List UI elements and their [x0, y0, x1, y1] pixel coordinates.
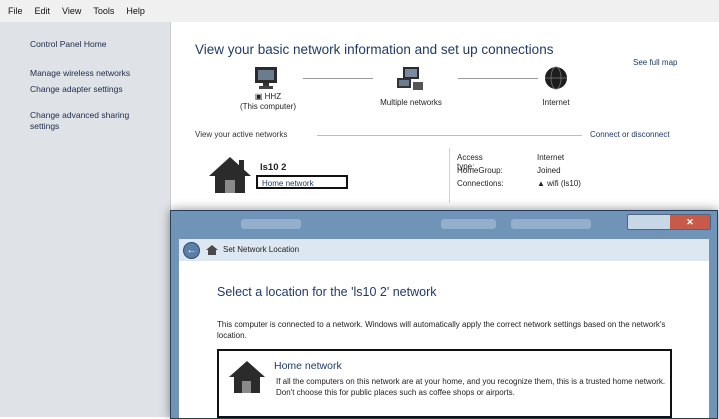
sidebar: Control Panel Home Manage wireless netwo… — [0, 22, 171, 417]
connection-link[interactable]: ▲ wifi (ls10) — [537, 179, 581, 188]
multiple-networks-label: Multiple networks — [380, 98, 442, 107]
page-title: View your basic network information and … — [195, 42, 554, 57]
option-description: If all the computers on this network are… — [276, 377, 666, 397]
active-networks-section: View your active networks Connect or dis… — [195, 130, 695, 139]
control-panel-home-link[interactable]: Control Panel Home — [30, 39, 160, 50]
menu-file[interactable]: File — [8, 6, 23, 16]
dialog-nav-bar: ← Set Network Location — [179, 239, 709, 261]
dialog-heading: Select a location for the 'ls10 2' netwo… — [217, 285, 437, 299]
menu-tools[interactable]: Tools — [93, 6, 114, 16]
change-adapter-link[interactable]: Change adapter settings — [30, 84, 160, 95]
background-blur — [241, 219, 301, 229]
this-computer-label: (This computer) — [239, 102, 296, 111]
network-type-link[interactable]: Home network — [256, 175, 348, 189]
window-controls: ✕ — [627, 214, 711, 230]
network-location-icon — [206, 245, 218, 255]
network-name: ls10 2 — [260, 162, 287, 173]
computer-icon — [255, 67, 277, 89]
signal-icon: ▲ — [537, 179, 548, 188]
menu-help[interactable]: Help — [126, 6, 145, 16]
home-network-option[interactable]: Home network If all the computers on thi… — [217, 349, 672, 418]
globe-icon — [545, 66, 567, 90]
dialog-description: This computer is connected to a network.… — [217, 320, 666, 340]
network-icon: ▣ — [254, 92, 265, 101]
connection-line — [303, 78, 373, 79]
internet-label: Internet — [542, 98, 570, 107]
connect-disconnect-link[interactable]: Connect or disconnect — [590, 130, 670, 139]
menu-bar: File Edit View Tools Help — [0, 0, 719, 23]
computer-name-label: ▣ HHZ — [254, 92, 282, 101]
set-network-location-dialog: ✕ ← Set Network Location Select a locati… — [170, 210, 718, 419]
background-blur — [441, 219, 496, 229]
dialog-title: Set Network Location — [223, 245, 300, 254]
close-button[interactable]: ✕ — [670, 215, 710, 229]
section-divider — [317, 135, 582, 136]
see-full-map-link[interactable]: See full map — [633, 58, 677, 67]
homegroup-link[interactable]: Joined — [537, 166, 561, 175]
background-blur — [511, 219, 591, 229]
option-title: Home network — [274, 360, 342, 372]
change-sharing-link[interactable]: Change advanced sharing settings — [30, 110, 160, 132]
home-icon — [229, 361, 265, 393]
dialog-content: Select a location for the 'ls10 2' netwo… — [179, 261, 709, 418]
menu-edit[interactable]: Edit — [35, 6, 51, 16]
multiple-networks-icon — [397, 67, 423, 90]
back-arrow-icon[interactable]: ← — [183, 242, 200, 259]
home-network-icon — [209, 157, 251, 193]
active-networks-label: View your active networks — [195, 130, 288, 139]
connection-line — [458, 78, 538, 79]
manage-wireless-link[interactable]: Manage wireless networks — [30, 68, 160, 79]
menu-view[interactable]: View — [62, 6, 81, 16]
vertical-divider — [449, 148, 450, 203]
